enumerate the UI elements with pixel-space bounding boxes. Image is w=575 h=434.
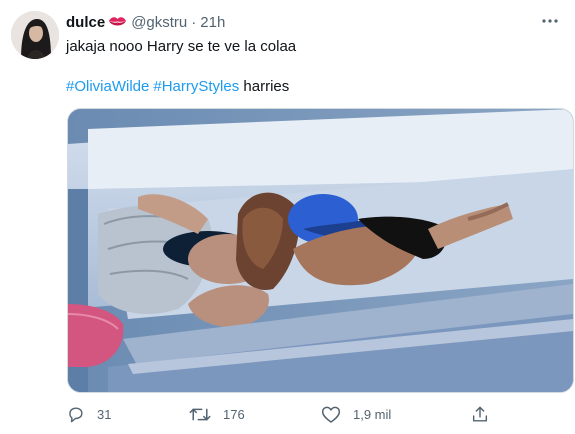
tweet-hashtags: #OliviaWilde #HarryStyles harries [66,77,289,97]
share-icon [472,406,488,422]
separator-dot: · [191,13,197,31]
avatar[interactable] [11,11,59,59]
avatar-image [11,11,59,59]
retweet-count: 176 [223,406,245,422]
like-count: 1,9 mil [353,406,392,422]
like-button[interactable]: 1,9 mil [321,402,391,426]
share-button[interactable] [471,402,489,426]
kiss-mark-icon [108,16,127,28]
heart-icon [321,406,341,423]
tweet-header: dulce @gkstru · 21h [66,12,225,32]
tweet[interactable]: dulce @gkstru · 21h jakaja nooo Harry se… [0,0,575,434]
tweet-actions: 31 176 1,9 mil [66,402,496,426]
author-name[interactable]: dulce [66,14,105,31]
reply-button[interactable]: 31 [66,402,111,426]
beach-photo [68,109,573,392]
hashtag-link[interactable]: #OliviaWilde [66,78,149,95]
hashtag-link[interactable]: #HarryStyles [153,78,239,95]
reply-icon [69,406,83,422]
more-options-icon[interactable] [539,10,561,32]
author-handle[interactable]: @gkstru [131,14,187,31]
tweet-media[interactable] [67,108,574,393]
timestamp[interactable]: 21h [200,14,225,31]
retweet-button[interactable]: 176 [189,402,245,426]
reply-count: 31 [97,406,112,422]
retweet-icon [189,408,211,420]
tweet-text: jakaja nooo Harry se te ve la colaa [66,38,297,55]
tweet-text-trailing: harries [243,78,290,95]
